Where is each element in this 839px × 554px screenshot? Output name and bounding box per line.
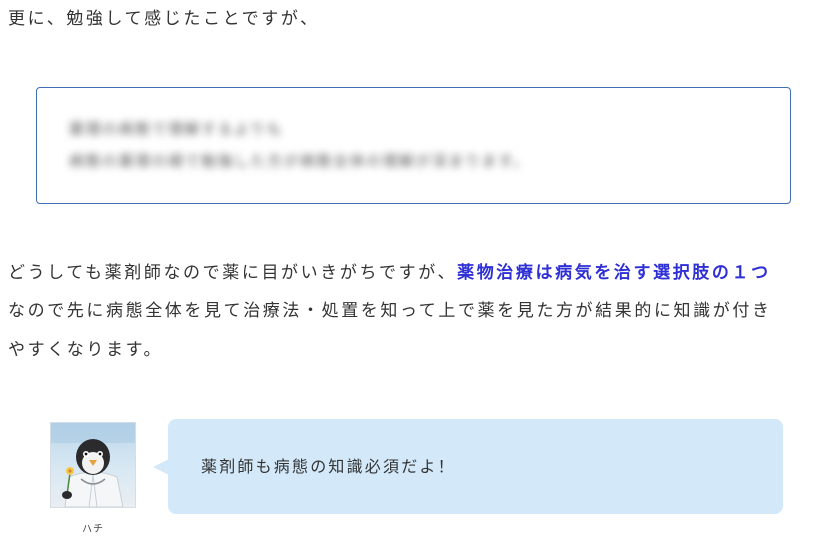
body-paragraph-line: やすくなります。 xyxy=(8,340,164,360)
penguin-doctor-icon xyxy=(51,423,135,507)
speaker-name: ハチ xyxy=(82,524,104,535)
blurred-quote-line: 薬理の病態で理解するよりも xyxy=(69,120,284,138)
body-paragraph-line: どうしても薬剤師なので薬に目がいきがちですが、薬物治療は病気を治す選択肢の１つ xyxy=(8,256,771,290)
speech-bubble: 薬剤師も病態の知識必須だよ！ xyxy=(168,419,783,514)
body-text: どうしても薬剤師なので薬に目がいきがちですが、 xyxy=(8,263,458,283)
intro-text: 更に、勉強して感じたことですが、 xyxy=(8,9,320,29)
speech-bubble-text: 薬剤師も病態の知識必須だよ！ xyxy=(201,457,456,476)
blurred-quote-line: 病態の薬理の順で勉強した方が病態全体の理解が深まります。 xyxy=(69,152,530,170)
speaker-avatar xyxy=(50,422,136,508)
body-paragraph-line: なので先に病態全体を見て治療法・処置を知って上で薬を見た方が結果的に知識が付き xyxy=(8,301,772,321)
speech-bubble-tail xyxy=(153,459,169,475)
highlighted-text: 薬物治療は病気を治す選択肢の１つ xyxy=(457,263,771,283)
blurred-quote-box: 薬理の病態で理解するよりも 病態の薬理の順で勉強した方が病態全体の理解が深まりま… xyxy=(36,87,791,204)
